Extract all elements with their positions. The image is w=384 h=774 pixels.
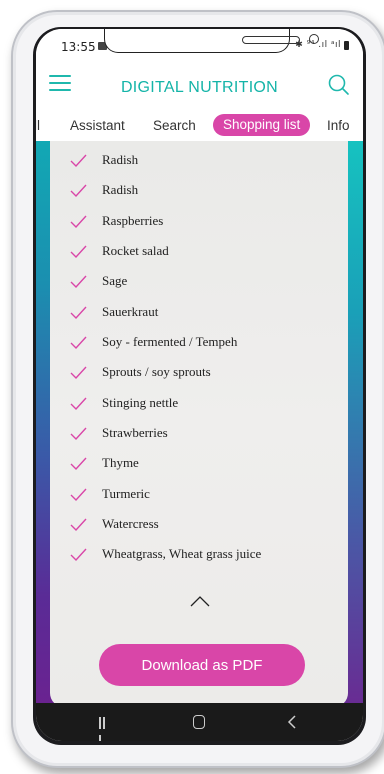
recents-icon[interactable] [99, 716, 109, 741]
item-label: Rocket salad [102, 243, 169, 258]
check-icon [70, 306, 87, 319]
item-label: Watercress [102, 516, 159, 531]
item-label: Wheatgrass, Wheat grass juice [102, 546, 262, 561]
list-item[interactable]: Sage [50, 268, 348, 298]
item-label: Stinging nettle [102, 395, 179, 410]
tab-shopping-list[interactable]: Shopping list [213, 114, 311, 136]
list-item[interactable]: Radish [50, 147, 348, 177]
check-icon [70, 488, 87, 501]
list-item[interactable]: Stinging nettle [50, 390, 348, 420]
home-icon[interactable] [193, 715, 205, 729]
list-item[interactable]: Rocket salad [50, 238, 348, 268]
chevron-up-icon[interactable] [190, 595, 210, 607]
check-icon [70, 154, 87, 167]
item-label: Thyme [102, 455, 139, 470]
check-icon [70, 457, 87, 470]
check-icon [70, 275, 87, 288]
check-icon [70, 548, 87, 561]
tab-bar: ll Assistant Search Shopping list Info [36, 111, 363, 141]
status-icons: ✱ ⁹⁴ .ıl ᵃıl [295, 40, 349, 50]
list-item[interactable]: Strawberries [50, 420, 348, 450]
download-pdf-button[interactable]: Download as PDF [99, 644, 305, 686]
battery-icon [344, 40, 349, 50]
item-label: Soy - fermented / Tempeh [102, 334, 238, 349]
status-bar: 13:55 ✱ ⁹⁴ .ıl ᵃıl [36, 29, 363, 65]
item-label: Turmeric [102, 486, 150, 501]
camera-notch [104, 29, 319, 53]
check-icon [70, 336, 87, 349]
check-icon [70, 518, 87, 531]
item-label: Sprouts / soy sprouts [102, 364, 211, 379]
check-icon [70, 427, 87, 440]
item-label: Radish [102, 182, 139, 197]
list-item[interactable]: Thyme [50, 450, 348, 480]
search-icon[interactable] [327, 73, 351, 97]
list-item[interactable]: Raspberries [50, 208, 348, 238]
list-item[interactable]: Wheatgrass, Wheat grass juice [50, 541, 348, 571]
check-icon [70, 366, 87, 379]
tab-info[interactable]: Info [327, 118, 350, 133]
status-time: 13:55 [61, 40, 96, 54]
app-screen: 13:55 ✱ ⁹⁴ .ıl ᵃıl DIGITAL NUTRITION ll [36, 29, 363, 741]
phone-screen: 13:55 ✱ ⁹⁴ .ıl ᵃıl DIGITAL NUTRITION ll [33, 27, 366, 745]
speaker-grille [242, 36, 300, 44]
item-label: Radish [102, 152, 139, 167]
list-item[interactable]: Radish [50, 177, 348, 207]
check-icon [70, 245, 87, 258]
list-item[interactable]: Soy - fermented / Tempeh [50, 329, 348, 359]
list-item[interactable]: Sprouts / soy sprouts [50, 359, 348, 389]
shopping-list-card: Radish Radish Raspberries Rocket salad S… [50, 141, 348, 707]
back-icon[interactable] [286, 715, 300, 729]
check-icon [70, 184, 87, 197]
app-title: DIGITAL NUTRITION [120, 79, 279, 96]
android-nav-bar [36, 703, 363, 741]
signal-icons: ✱ ⁹⁴ .ıl ᵃıl [295, 40, 341, 50]
item-label: Sage [102, 273, 128, 288]
item-label: Raspberries [102, 213, 164, 228]
check-icon [70, 397, 87, 410]
item-label: Sauerkraut [102, 304, 159, 319]
tab-search[interactable]: Search [153, 118, 196, 133]
list-item[interactable]: Sauerkraut [50, 299, 348, 329]
list-item[interactable]: Watercress [50, 511, 348, 541]
tab-all[interactable]: ll [36, 118, 40, 133]
check-icon [70, 215, 87, 228]
list-item[interactable]: Turmeric [50, 481, 348, 511]
item-label: Strawberries [102, 425, 168, 440]
tab-assistant[interactable]: Assistant [70, 118, 125, 133]
app-header: DIGITAL NUTRITION [36, 65, 363, 111]
